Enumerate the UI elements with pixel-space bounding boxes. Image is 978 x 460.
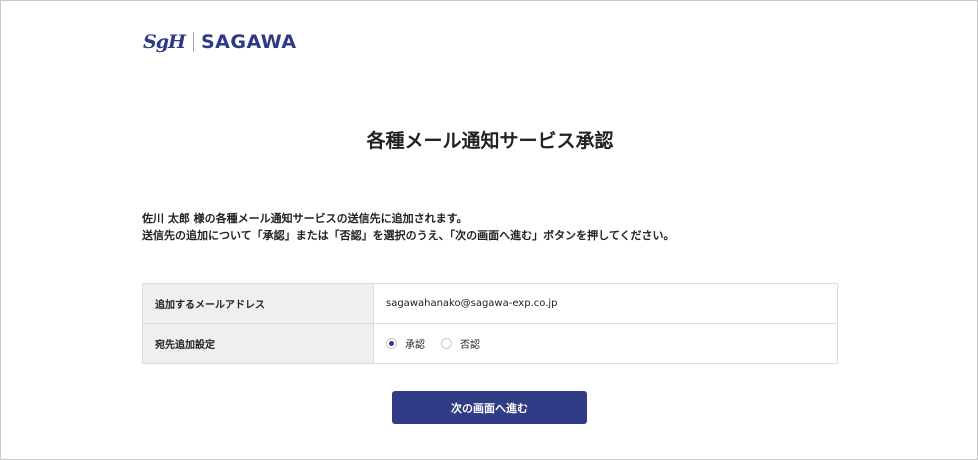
logo-wordmark: SAGAWA (200, 31, 297, 53)
intro-line-2: 送信先の追加について「承認」または「否認」を選択のうえ、「次の画面へ進む」ボタン… (142, 229, 675, 242)
page-title: 各種メール通知サービス承認 (366, 130, 614, 152)
email-row: 追加するメールアドレス sagawahanako@sagawa-exp.co.j… (142, 283, 838, 324)
email-label: 追加するメールアドレス (142, 283, 374, 324)
setting-row: 宛先追加設定 承認 否認 (142, 323, 838, 364)
setting-label: 宛先追加設定 (142, 323, 374, 364)
reject-label: 否認 (460, 340, 480, 351)
intro-text: 佐川 太郎 様の各種メール通知サービスの送信先に追加されます。 送信先の追加につ… (142, 210, 675, 244)
sgh-logo-mark: SgH (143, 31, 186, 53)
reject-option[interactable]: 否認 (441, 336, 480, 351)
setting-value: 承認 否認 (373, 323, 838, 364)
approve-option[interactable]: 承認 (386, 336, 425, 351)
approve-label: 承認 (405, 340, 425, 351)
sagawa-logo: SgH SAGAWA (143, 31, 297, 53)
page-frame: SgH SAGAWA 各種メール通知サービス承認 佐川 太郎 様の各種メール通知… (0, 0, 978, 460)
approval-form-table: 追加するメールアドレス sagawahanako@sagawa-exp.co.j… (142, 283, 838, 364)
approve-radio[interactable] (386, 338, 397, 349)
reject-radio[interactable] (441, 338, 452, 349)
approval-radio-group: 承認 否認 (386, 336, 825, 351)
logo-divider (192, 32, 194, 52)
intro-line-1: 佐川 太郎 様の各種メール通知サービスの送信先に追加されます。 (142, 212, 468, 225)
email-value: sagawahanako@sagawa-exp.co.jp (373, 283, 838, 324)
next-page-button[interactable]: 次の画面へ進む (392, 391, 587, 424)
